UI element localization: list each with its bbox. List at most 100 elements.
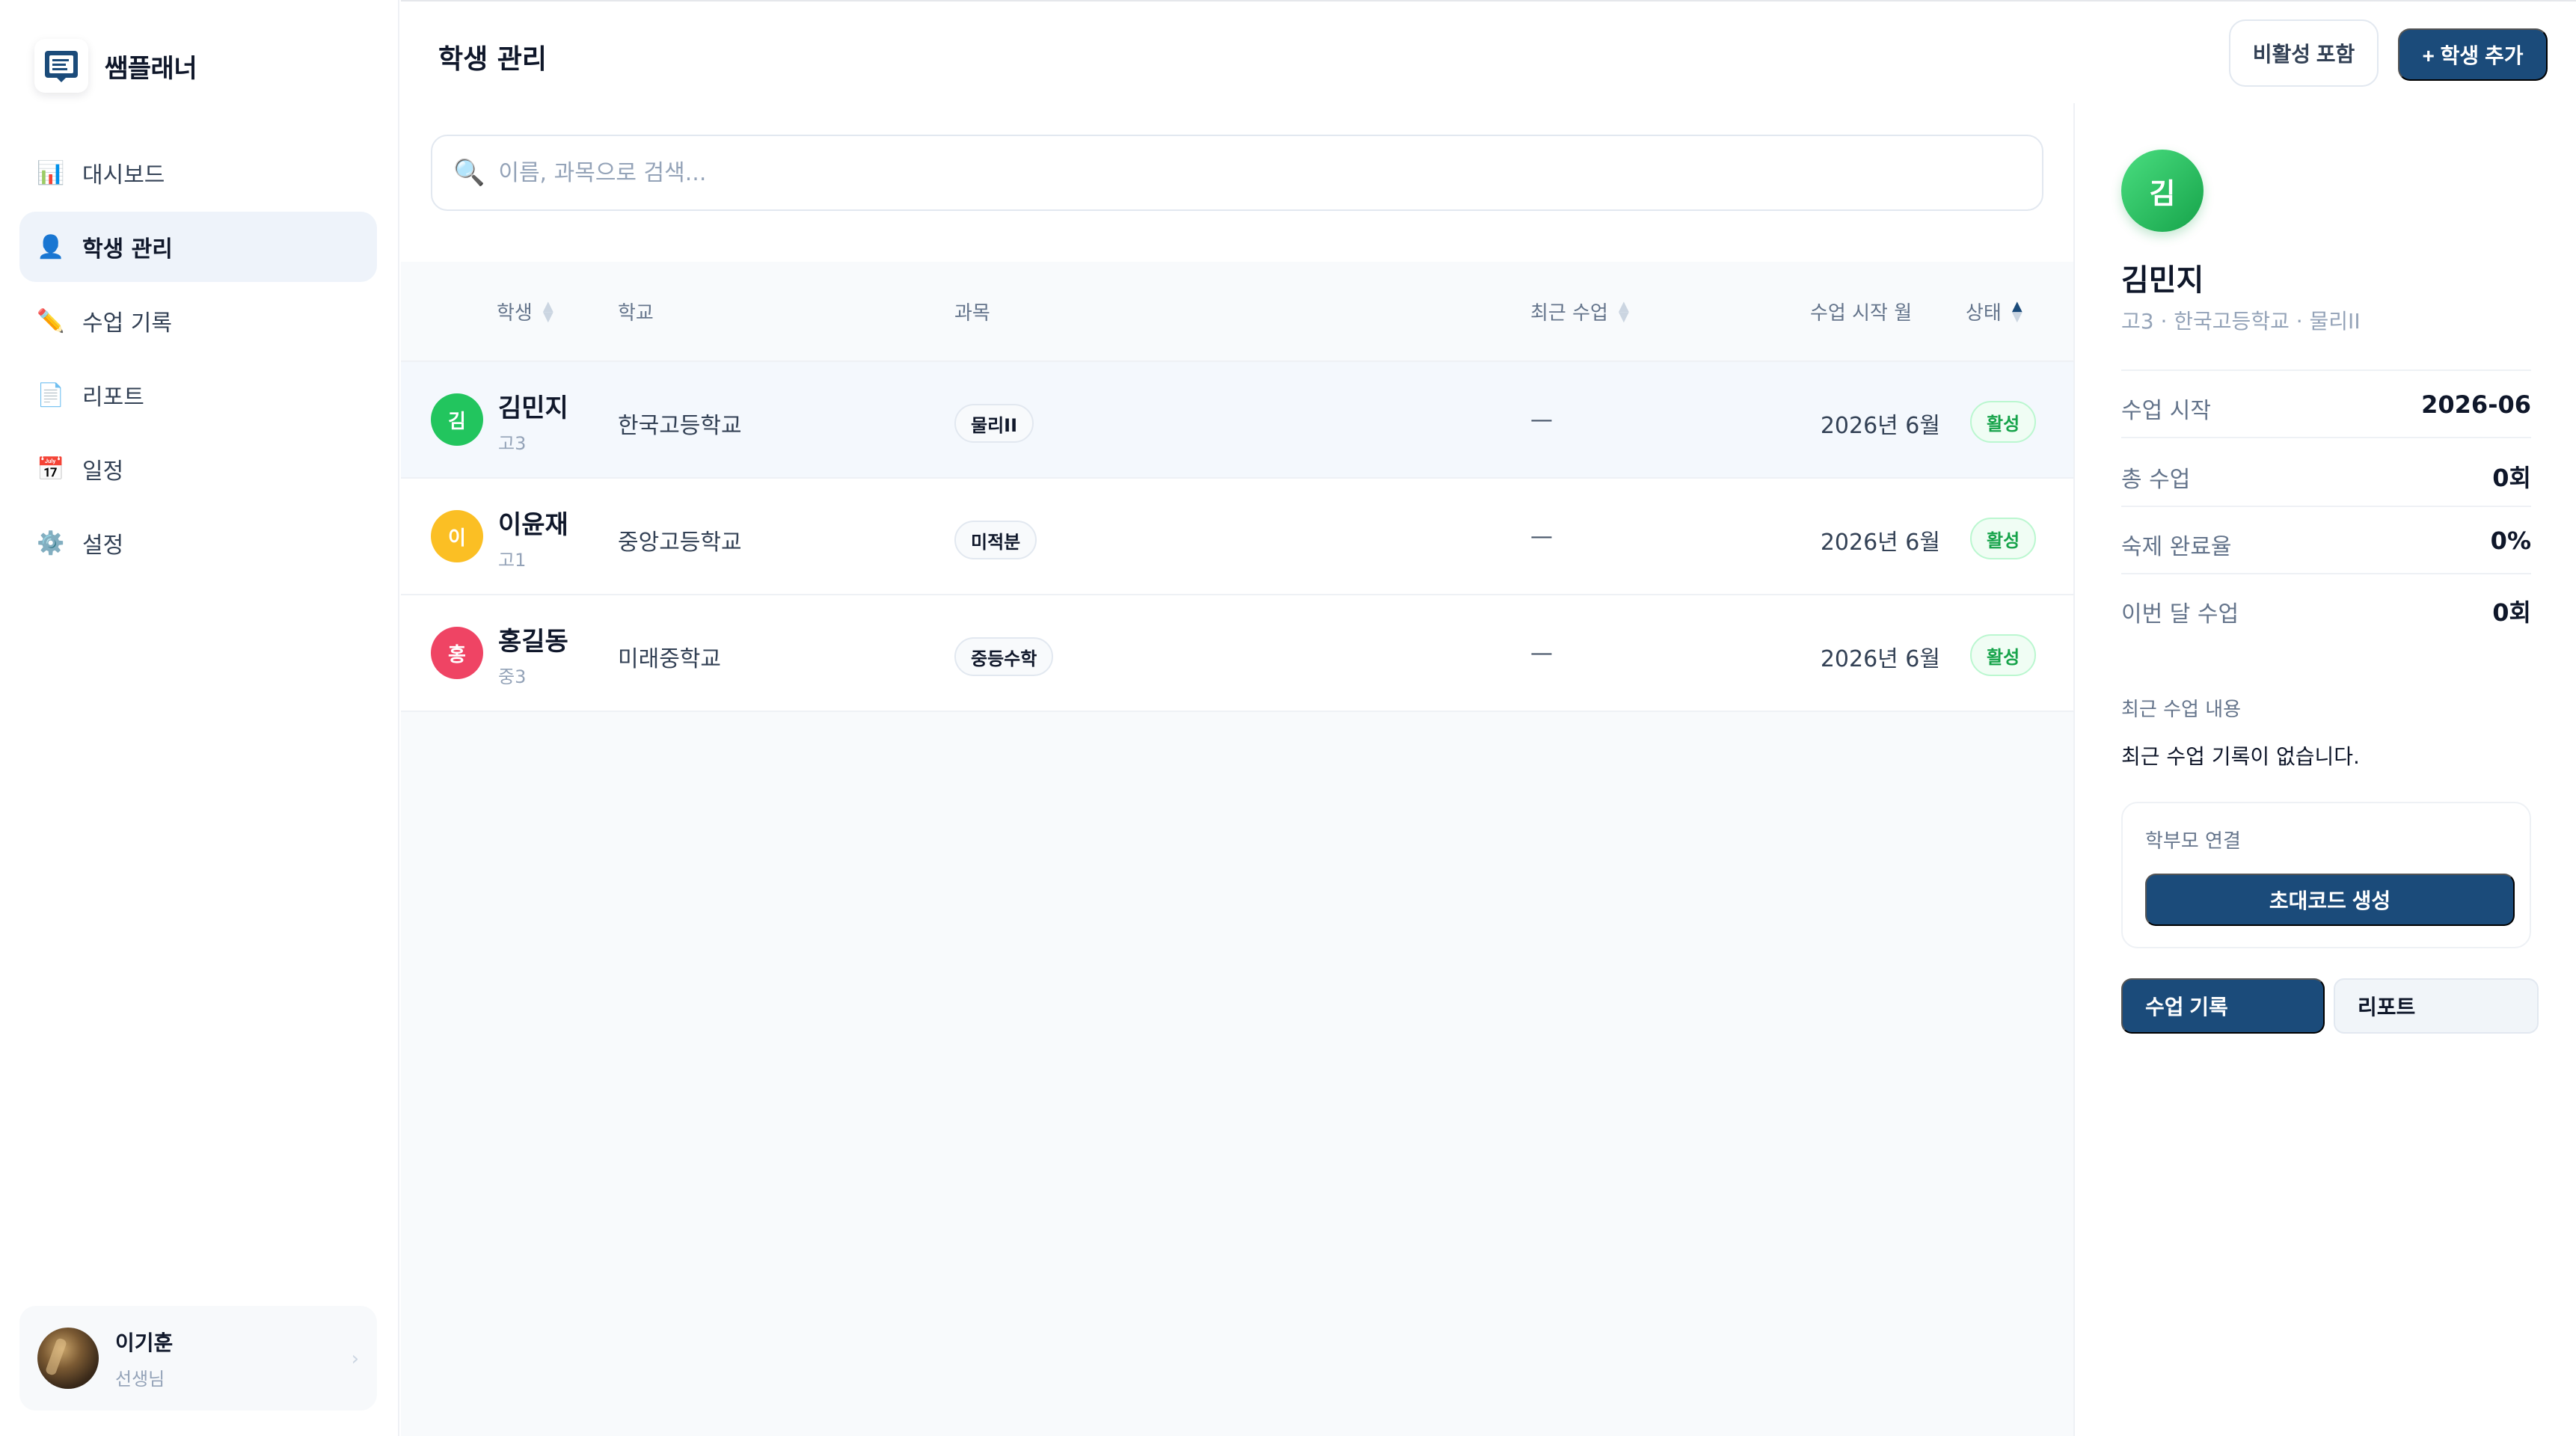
recent-lesson: — — [1530, 407, 1553, 433]
sidebar-item-dashboard[interactable]: 📊 대시보드 — [19, 138, 377, 208]
student-grade: 고3 — [498, 433, 527, 454]
brand[interactable]: 쌤플래너 — [34, 39, 197, 93]
profile-role: 선생님 — [115, 1368, 165, 1390]
sidebar-nav: 📊 대시보드 👤 학생 관리 ✏️ 수업 기록 📄 리포트 📅 일정 ⚙️ 설정 — [19, 138, 377, 582]
column-header-status[interactable]: 상태 ▲ ▼ — [1966, 298, 2023, 325]
student-school: 미래중학교 — [618, 646, 721, 672]
add-student-button[interactable]: + 학생 추가 — [2398, 28, 2548, 81]
planner-logo-icon — [34, 39, 88, 93]
sidebar-item-label: 수업 기록 — [82, 310, 172, 337]
page-header: 학생 관리 비활성 포함 + 학생 추가 — [401, 0, 2576, 103]
stat-label: 총 수업 — [2121, 467, 2191, 493]
avatar: 이 — [431, 510, 483, 562]
detail-student-subtitle: 고3 · 한국고등학교 · 물리II — [2121, 309, 2361, 334]
app-root: 쌤플래너 📊 대시보드 👤 학생 관리 ✏️ 수업 기록 📄 리포트 📅 일정 — [0, 0, 2576, 1436]
student-name-block: 홍길동 중3 — [498, 621, 568, 688]
subject-badge: 미적분 — [954, 521, 1037, 559]
sort-icon: ▲ ▼ — [2011, 298, 2023, 325]
avatar: 김 — [431, 393, 483, 446]
stat-label: 수업 시작 — [2121, 398, 2211, 424]
recent-lesson: — — [1530, 640, 1553, 666]
sidebar-item-label: 리포트 — [82, 384, 144, 411]
sidebar-item-settings[interactable]: ⚙️ 설정 — [19, 508, 377, 578]
student-table: 학생 ▲ ▼ 학교 과목 최근 수업 ▲ ▼ 수업 시작 월 상태 ▲ ▼ 김 … — [401, 262, 2073, 712]
column-header-recent[interactable]: 최근 수업 ▲ ▼ — [1530, 298, 1629, 325]
sidebar-item-label: 대시보드 — [82, 162, 165, 188]
chevron-right-icon: › — [351, 1348, 359, 1370]
sidebar-item-lesson-records[interactable]: ✏️ 수업 기록 — [19, 286, 377, 356]
column-label: 과목 — [954, 302, 990, 325]
column-label: 학교 — [618, 302, 654, 325]
stat-row-total-lessons: 총 수업 0회 — [2121, 440, 2531, 507]
search-bar: 🔍 — [401, 103, 2073, 262]
sidebar-item-label: 일정 — [82, 458, 124, 485]
page-title: 학생 관리 — [438, 44, 548, 75]
search-box[interactable]: 🔍 — [431, 135, 2043, 211]
stat-label: 숙제 완료율 — [2121, 534, 2232, 560]
profile-text: 이기훈 선생님 — [115, 1327, 173, 1390]
stat-label: 이번 달 수업 — [2121, 601, 2239, 628]
sidebar-item-schedule[interactable]: 📅 일정 — [19, 434, 377, 504]
stat-value: 2026-06 — [2421, 390, 2531, 419]
stat-value: 0% — [2490, 527, 2531, 555]
column-header-start-month: 수업 시작 월 — [1810, 298, 1912, 325]
column-label: 수업 시작 월 — [1810, 302, 1913, 325]
sort-icon: ▲ ▼ — [542, 298, 553, 325]
subject-badge: 물리II — [954, 404, 1034, 443]
stat-row-homework-rate: 숙제 완료율 0% — [2121, 507, 2531, 574]
student-name: 김민지 — [498, 393, 568, 423]
report-button[interactable]: 리포트 — [2334, 978, 2539, 1034]
table-row[interactable]: 이 이윤재 고1 중앙고등학교 미적분 — 2026년 6월 활성 — [401, 479, 2073, 595]
app-name: 쌤플래너 — [105, 53, 197, 84]
student-grade: 중3 — [498, 666, 527, 687]
document-icon: 📄 — [37, 381, 65, 408]
column-label: 상태 — [1966, 302, 2002, 325]
person-icon: 👤 — [37, 233, 65, 260]
student-list-area: 🔍 학생 ▲▼ 학교 과목 최근 수업 ▲▼ — [401, 103, 2073, 1436]
column-header-student[interactable]: 학생 ▲ ▼ — [497, 298, 553, 325]
status-badge: 활성 — [1970, 401, 2037, 443]
sort-icon: ▲ ▼ — [1618, 298, 1629, 325]
recent-lesson-text: 최근 수업 기록이 없습니다. — [2121, 744, 2360, 769]
column-header-school: 학교 — [618, 298, 654, 325]
avatar: 홍 — [431, 627, 483, 679]
include-inactive-button[interactable]: 비활성 포함 — [2229, 19, 2379, 87]
column-header-subject: 과목 — [954, 298, 990, 325]
status-badge: 활성 — [1970, 518, 2037, 559]
search-icon: 🔍 — [453, 158, 485, 188]
sidebar-item-reports[interactable]: 📄 리포트 — [19, 360, 377, 430]
recent-lesson-label: 최근 수업 내용 — [2121, 699, 2242, 721]
student-school: 한국고등학교 — [618, 413, 742, 439]
parent-link-card: 학부모 연결 초대코드 생성 — [2121, 802, 2531, 948]
student-name: 홍길동 — [498, 627, 568, 657]
calendar-icon: 📅 — [37, 455, 65, 482]
start-month: 2026년 6월 — [1820, 413, 1940, 439]
stat-row-this-month: 이번 달 수업 0회 — [2121, 574, 2531, 642]
sidebar: 쌤플래너 📊 대시보드 👤 학생 관리 ✏️ 수업 기록 📄 리포트 📅 일정 — [0, 0, 399, 1436]
stat-row-start: 수업 시작 2026-06 — [2121, 371, 2531, 438]
status-badge: 활성 — [1970, 634, 2037, 676]
user-profile-card[interactable]: 이기훈 선생님 › — [19, 1306, 377, 1411]
table-row[interactable]: 홍 홍길동 중3 미래중학교 중등수학 — 2026년 6월 활성 — [401, 595, 2073, 712]
column-label: 최근 수업 — [1530, 302, 1608, 325]
bar-chart-icon: 📊 — [37, 159, 65, 186]
start-month: 2026년 6월 — [1820, 530, 1940, 556]
student-name-block: 이윤재 고1 — [498, 504, 568, 571]
avatar — [37, 1328, 99, 1389]
student-detail-panel: 김 김민지 고3 · 한국고등학교 · 물리II 수업 시작 2026-06 총… — [2073, 103, 2576, 1436]
sidebar-item-students[interactable]: 👤 학생 관리 — [19, 212, 377, 282]
sidebar-item-label: 학생 관리 — [82, 236, 173, 263]
recent-lesson: — — [1530, 524, 1553, 550]
lesson-records-button[interactable]: 수업 기록 — [2121, 978, 2325, 1034]
search-input[interactable] — [498, 159, 1995, 186]
column-label: 학생 — [497, 302, 533, 325]
sidebar-item-label: 설정 — [82, 533, 124, 559]
generate-invite-code-button[interactable]: 초대코드 생성 — [2145, 874, 2515, 926]
student-name-block: 김민지 고3 — [498, 387, 568, 455]
parent-link-title: 학부모 연결 — [2145, 830, 2241, 853]
table-row[interactable]: 김 김민지 고3 한국고등학교 물리II — 2026년 6월 활성 — [401, 362, 2073, 479]
stat-value: 0회 — [2492, 464, 2531, 492]
detail-student-name: 김민지 — [2121, 263, 2204, 298]
pencil-icon: ✏️ — [37, 307, 65, 334]
gear-icon: ⚙️ — [37, 530, 65, 556]
